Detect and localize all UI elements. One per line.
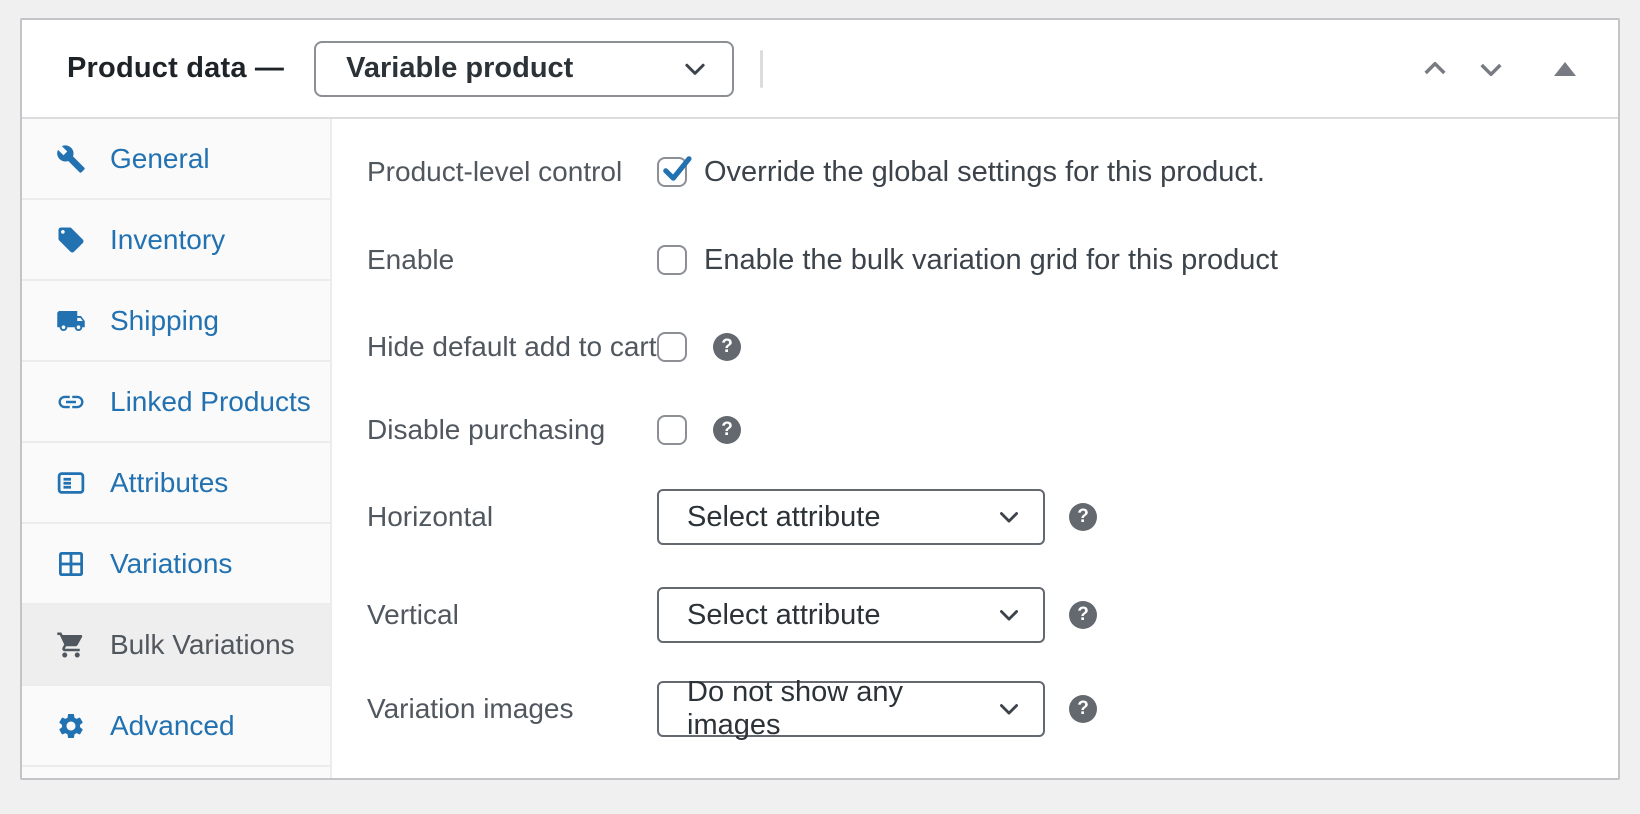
sidebar-item-bulk-variations[interactable]: Bulk Variations	[22, 605, 330, 686]
sidebar-item-label: Attributes	[110, 466, 229, 498]
field-label: Vertical	[367, 599, 459, 630]
move-down-button[interactable]	[1474, 52, 1508, 86]
product-type-value: Variable product	[346, 52, 574, 84]
metabox-title: Product data —	[67, 52, 285, 84]
select-value: Do not show any images	[687, 676, 904, 741]
tag-icon	[56, 225, 86, 255]
help-tip-icon[interactable]: ?	[1069, 695, 1097, 723]
sidebar-item-advanced[interactable]: Advanced	[22, 686, 330, 767]
hide-default-add-to-cart-checkbox[interactable]	[657, 332, 687, 362]
sidebar-item-attributes[interactable]: Attributes	[22, 443, 330, 524]
product-type-select[interactable]: Variable product	[314, 40, 735, 97]
wrench-icon	[56, 144, 86, 174]
field-label: Enable	[367, 244, 455, 275]
variation-images-select[interactable]: Do not show any images	[657, 676, 1045, 741]
sidebar-item-label: Variations	[110, 547, 233, 579]
sidebar-item-shipping[interactable]: Shipping	[22, 281, 330, 362]
field-label: Product-level control	[367, 156, 623, 187]
sidebar-item-label: Inventory	[110, 223, 226, 255]
cart-icon	[56, 630, 86, 660]
disable-purchasing-checkbox[interactable]	[657, 415, 687, 445]
product-level-control-checkbox[interactable]	[657, 156, 692, 187]
help-tip-icon[interactable]: ?	[713, 333, 741, 361]
form-row-vertical: Vertical Select attribute?	[332, 587, 1618, 643]
checkbox-description: Override the global settings for this pr…	[704, 155, 1265, 188]
sidebar-item-label: General	[110, 142, 210, 174]
grid-icon	[56, 549, 86, 579]
checkbox-description: Enable the bulk variation grid for this …	[704, 243, 1278, 276]
metabox-body: General Inventory Shipping Linked Products A…	[22, 119, 1618, 778]
chevron-up-icon	[1419, 53, 1451, 85]
header-separator	[760, 49, 764, 88]
sidebar-item-label: Shipping	[110, 304, 219, 336]
field-label: Disable purchasing	[367, 414, 606, 445]
gear-icon	[56, 711, 86, 741]
metabox-order-controls	[1418, 52, 1576, 86]
sidebar-item-variations[interactable]: Variations	[22, 524, 330, 605]
chevron-down-icon	[995, 601, 1023, 629]
form-row-product-level-control: Product-level control Override the global…	[332, 144, 1618, 200]
product-data-metabox: Product data — Variable product General	[20, 18, 1620, 780]
form-row-disable-purchasing: Disable purchasing?	[332, 402, 1618, 458]
sidebar-item-inventory[interactable]: Inventory	[22, 200, 330, 281]
select-value: Select attribute	[687, 598, 881, 631]
field-label: Hide default add to cart	[367, 331, 657, 362]
form-row-variation-images: Variation images Do not show any images?	[332, 676, 1618, 741]
vertical-select[interactable]: Select attribute	[657, 587, 1045, 643]
sidebar-item-linked-products[interactable]: Linked Products	[22, 362, 330, 443]
chevron-down-icon	[1475, 53, 1507, 85]
chevron-down-icon	[995, 503, 1023, 531]
horizontal-select[interactable]: Select attribute	[657, 489, 1045, 545]
sidebar-item-general[interactable]: General	[22, 119, 330, 200]
form-row-enable: Enable Enable the bulk variation grid for…	[332, 232, 1618, 288]
move-up-button[interactable]	[1418, 52, 1452, 86]
toggle-panel-icon[interactable]	[1554, 61, 1576, 76]
attributes-card-icon	[56, 468, 86, 498]
field-label: Variation images	[367, 693, 574, 724]
metabox-header: Product data — Variable product	[22, 20, 1618, 119]
select-value: Select attribute	[687, 500, 881, 533]
help-tip-icon[interactable]: ?	[1069, 503, 1097, 531]
bulk-variations-panel: Product-level control Override the global…	[332, 119, 1618, 778]
product-data-tabs: General Inventory Shipping Linked Products A…	[22, 119, 332, 778]
field-label: Horizontal	[367, 501, 494, 532]
chevron-down-icon	[680, 54, 710, 84]
chevron-down-icon	[995, 695, 1023, 723]
form-row-horizontal: Horizontal Select attribute?	[332, 489, 1618, 545]
link-icon	[56, 387, 86, 417]
sidebar-item-label: Advanced	[110, 709, 235, 741]
truck-icon	[56, 306, 86, 336]
enable-checkbox[interactable]	[657, 245, 687, 275]
help-tip-icon[interactable]: ?	[713, 416, 741, 444]
form-row-hide-default-add-to-cart: Hide default add to cart?	[332, 319, 1618, 375]
sidebar-item-label: Bulk Variations	[110, 628, 295, 660]
sidebar-item-label: Linked Products	[110, 385, 311, 417]
help-tip-icon[interactable]: ?	[1069, 601, 1097, 629]
